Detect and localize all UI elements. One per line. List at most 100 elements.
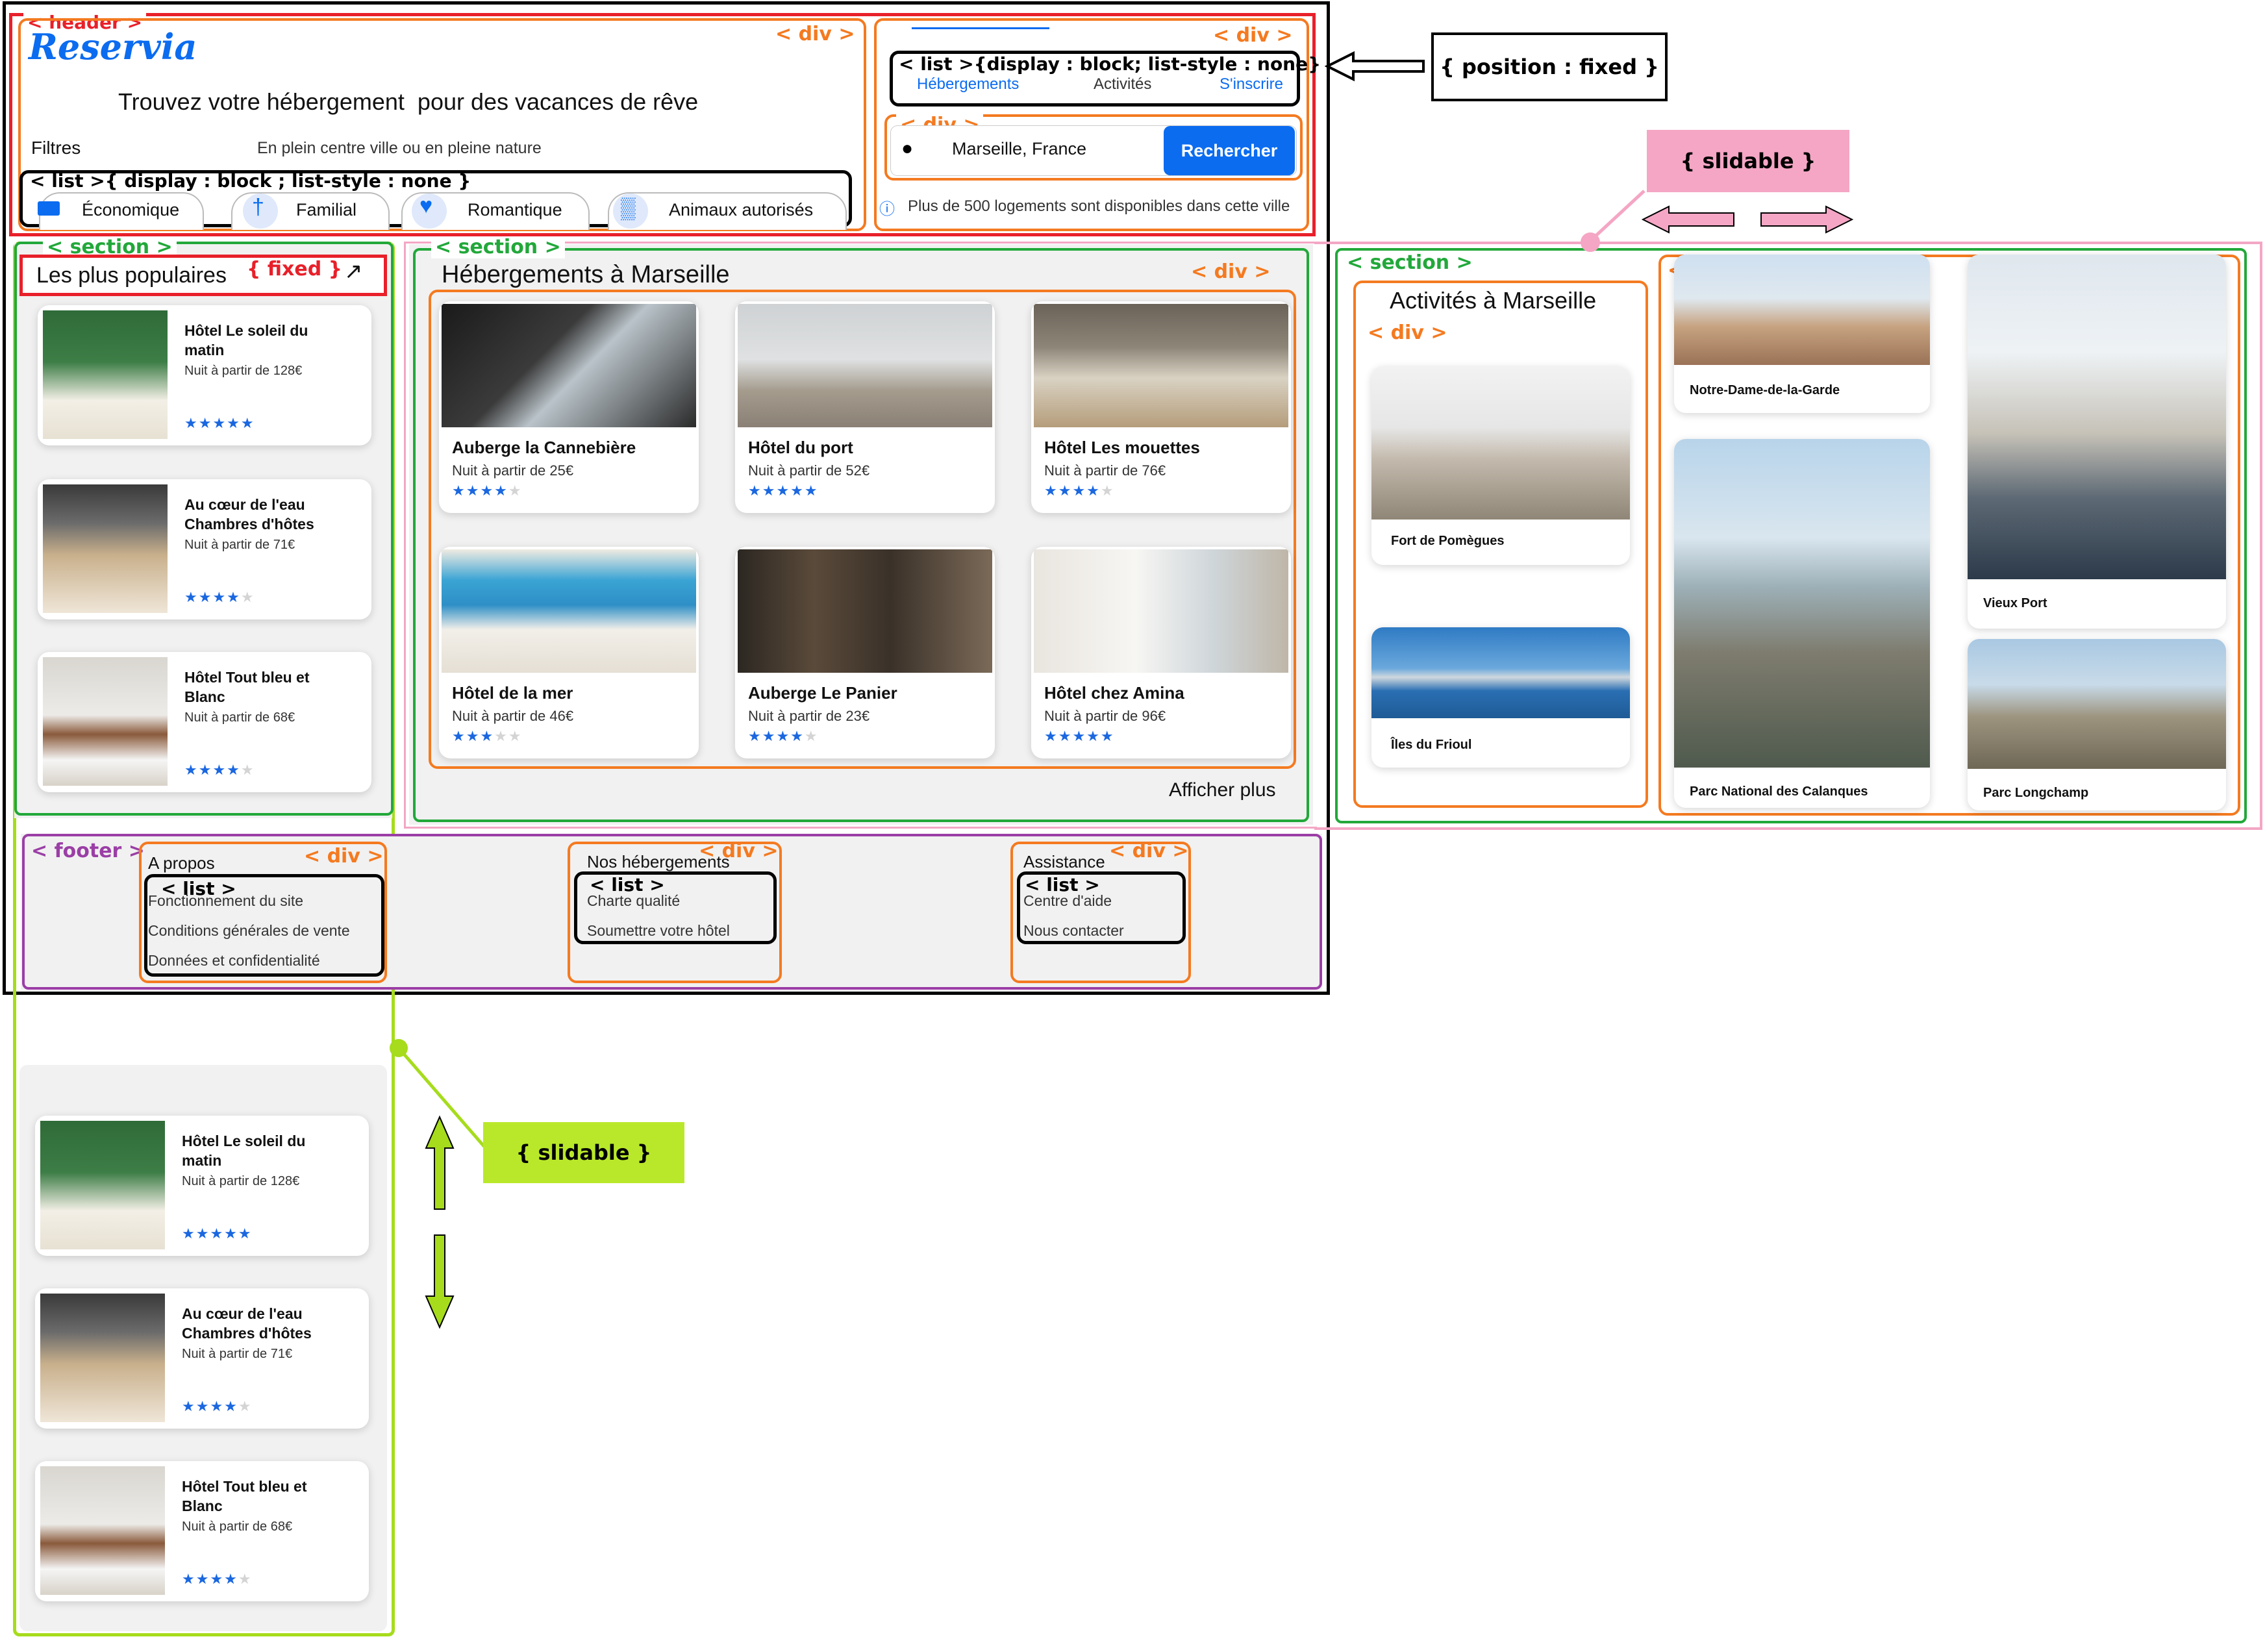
activity-name: Vieux Port xyxy=(1983,596,2047,610)
popular-card[interactable]: Au cœur de l'eau Chambres d'hôtes Nuit à… xyxy=(35,1288,369,1429)
hotel-price: Nuit à partir de 68€ xyxy=(184,710,295,725)
lodging-price: Nuit à partir de 23€ xyxy=(748,708,870,724)
filter-label-animaux: Animaux autorisés xyxy=(669,200,814,219)
activity-card[interactable]: Notre-Dame-de-la-Garde xyxy=(1674,255,1930,413)
footer-link[interactable]: Fonctionnement du site xyxy=(148,892,303,910)
trending-icon: ↗ xyxy=(344,259,363,284)
activity-card[interactable]: Vieux Port xyxy=(1968,255,2226,629)
footer-link[interactable]: Nous contacter xyxy=(1023,922,1124,940)
activity-photo xyxy=(1371,366,1630,519)
lodging-price: Nuit à partir de 52€ xyxy=(748,462,870,479)
activity-card[interactable]: Parc National des Calanques xyxy=(1674,439,1930,808)
tagline: Trouvez votre hébergement pour des vacan… xyxy=(118,88,698,116)
popular-card[interactable]: Hôtel Le soleil du matin Nuit à partir d… xyxy=(35,1116,369,1256)
info-icon: ⓘ xyxy=(879,201,895,218)
hotel-name-line-2: Chambres d'hôtes xyxy=(182,1325,312,1342)
show-more-link[interactable]: Afficher plus xyxy=(1169,779,1276,801)
lodging-name: Auberge Le Panier xyxy=(748,683,897,703)
div-tag: < div > xyxy=(771,23,859,45)
hotel-name-line-1: Hôtel Tout bleu et xyxy=(184,669,310,686)
filter-label-economique: Économique xyxy=(82,200,180,219)
popular-card[interactable]: Hôtel Tout bleu et Blanc Nuit à partir d… xyxy=(35,1461,369,1601)
div-tag: < div > xyxy=(1368,321,1447,344)
lodging-name: Auberge la Cannebière xyxy=(452,438,636,457)
lodging-photo xyxy=(738,549,992,673)
person-icon: † xyxy=(252,195,264,219)
activity-photo xyxy=(1371,627,1630,718)
filters-subtitle: En plein centre ville ou en pleine natur… xyxy=(257,139,542,157)
hotel-name: Hôtel Le soleil du matin xyxy=(182,1131,305,1170)
activity-card[interactable]: Îles du Frioul xyxy=(1371,627,1630,768)
availability-info: Plus de 500 logements sont disponibles d… xyxy=(908,197,1290,215)
hotel-name-line-1: Hôtel Tout bleu et xyxy=(182,1478,307,1495)
lodging-name: Hôtel Les mouettes xyxy=(1044,438,1200,457)
hotel-name-line-1: Hôtel Le soleil du xyxy=(184,322,308,339)
hotel-name-line-2: matin xyxy=(184,342,225,358)
rating-stars: ★★★★★ xyxy=(1044,483,1115,499)
lodging-card[interactable]: Hôtel Les mouettes Nuit à partir de 76€ … xyxy=(1031,301,1291,513)
arrow-right-icon xyxy=(1760,205,1854,234)
hotel-name: Hôtel Tout bleu et Blanc xyxy=(184,668,310,707)
footer-link[interactable]: Données et confidentialité xyxy=(148,952,320,970)
lodging-photo xyxy=(442,304,696,427)
hotel-photo xyxy=(40,1294,165,1422)
lodging-card[interactable]: Hôtel du port Nuit à partir de 52€ ★★★★★ xyxy=(735,301,995,513)
hotel-name: Hôtel Le soleil du matin xyxy=(184,321,308,360)
tagline-part-2: pour des vacances de rêve xyxy=(417,88,699,115)
arrow-down-icon xyxy=(425,1234,455,1329)
filter-label-familial: Familial xyxy=(296,200,357,219)
rating-stars: ★★★★★ xyxy=(182,1571,253,1588)
hotel-name: Au cœur de l'eau Chambres d'hôtes xyxy=(184,495,314,534)
tagline-part-1: Trouvez votre hébergement xyxy=(118,88,405,115)
nav-activites[interactable]: Activités xyxy=(1094,75,1151,94)
lodging-price: Nuit à partir de 76€ xyxy=(1044,462,1166,479)
hotel-price: Nuit à partir de 128€ xyxy=(184,364,303,378)
slidable-horizontal-callout: { slidable } xyxy=(1647,130,1849,192)
lodging-card[interactable]: Hôtel chez Amina Nuit à partir de 96€ ★★… xyxy=(1031,547,1291,758)
lodging-price: Nuit à partir de 25€ xyxy=(452,462,574,479)
footer-link[interactable]: Conditions générales de vente xyxy=(148,922,350,940)
money-icon xyxy=(38,201,60,216)
section-tag: < section > xyxy=(431,236,565,258)
hotel-name-line-1: Au cœur de l'eau xyxy=(184,496,305,513)
nav-active-underline xyxy=(912,27,1049,29)
fixed-tag: { fixed } xyxy=(247,258,343,281)
rating-stars: ★★★★★ xyxy=(182,1399,253,1415)
lodging-card[interactable]: Hôtel de la mer Nuit à partir de 46€ ★★★… xyxy=(439,547,699,758)
slidable-vertical-callout: { slidable } xyxy=(483,1122,684,1183)
popular-card[interactable]: Hôtel Le soleil du matin Nuit à partir d… xyxy=(38,305,371,445)
activity-photo xyxy=(1674,439,1930,768)
popular-title: Les plus populaires xyxy=(36,263,227,288)
filters-label: Filtres xyxy=(31,138,81,158)
hotel-photo xyxy=(43,484,168,613)
rating-stars: ★★★★★ xyxy=(452,483,523,499)
lodging-photo xyxy=(1034,304,1288,427)
nav-hebergements[interactable]: Hébergements xyxy=(917,75,1019,94)
popular-card[interactable]: Au cœur de l'eau Chambres d'hôtes Nuit à… xyxy=(38,479,371,620)
search-button[interactable]: Rechercher xyxy=(1164,126,1295,175)
footer-link[interactable]: Centre d'aide xyxy=(1023,892,1112,910)
rating-stars: ★★★★★ xyxy=(184,590,255,606)
popular-card[interactable]: Hôtel Tout bleu et Blanc Nuit à partir d… xyxy=(38,652,371,792)
hotel-photo xyxy=(40,1121,165,1249)
lodging-card[interactable]: Auberge Le Panier Nuit à partir de 23€ ★… xyxy=(735,547,995,758)
div-tag: < div > xyxy=(1191,260,1271,283)
nav-sinscrire[interactable]: S'inscrire xyxy=(1220,75,1283,94)
arrow-left-icon xyxy=(1325,51,1425,82)
hotel-photo xyxy=(43,310,168,439)
footer-link[interactable]: Charte qualité xyxy=(587,892,680,910)
lodging-card[interactable]: Auberge la Cannebière Nuit à partir de 2… xyxy=(439,301,699,513)
hotel-name-line-1: Au cœur de l'eau xyxy=(182,1305,303,1322)
hotel-name-line-2: Chambres d'hôtes xyxy=(184,516,314,532)
rating-stars: ★★★★★ xyxy=(748,483,819,499)
activity-card[interactable]: Parc Longchamp xyxy=(1968,639,2226,810)
activity-card[interactable]: Fort de Pomègues xyxy=(1371,366,1630,565)
rating-stars: ★★★★★ xyxy=(184,762,255,779)
lodging-name: Hôtel chez Amina xyxy=(1044,683,1184,703)
div-tag: < div > xyxy=(1109,840,1189,862)
heart-icon: ♥ xyxy=(419,194,433,218)
footer-col1-title: A propos xyxy=(148,853,215,873)
activity-name: Notre-Dame-de-la-Garde xyxy=(1690,383,1840,397)
activity-name: Îles du Frioul xyxy=(1391,738,1472,752)
footer-link[interactable]: Soumettre votre hôtel xyxy=(587,922,730,940)
